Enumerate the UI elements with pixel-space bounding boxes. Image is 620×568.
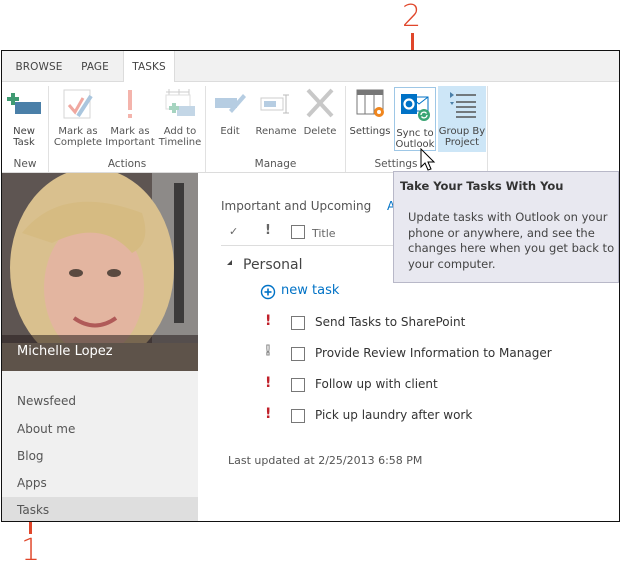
sidebar-item-apps[interactable]: Apps xyxy=(2,470,198,496)
settings-label: Settings xyxy=(349,126,391,137)
sync-to-outlook-label: Sync to Outlook xyxy=(395,128,435,150)
task-row[interactable]: ! Follow up with client xyxy=(199,375,619,399)
tab-tasks[interactable]: TASKS xyxy=(123,51,175,82)
timeline-icon xyxy=(163,86,197,124)
rename-icon xyxy=(259,86,293,124)
column-header-completed[interactable]: ✓ xyxy=(229,225,238,238)
task-title[interactable]: Pick up laundry after work xyxy=(315,408,472,422)
group-by-project-button[interactable]: Group By Project xyxy=(438,86,486,152)
ribbon-group-actions: Mark as Complete Mark as Important Add t… xyxy=(49,86,206,172)
new-task-link-label: new task xyxy=(281,283,340,298)
task-title[interactable]: Send Tasks to SharePoint xyxy=(315,315,465,329)
column-header-title[interactable]: Title xyxy=(312,227,336,240)
last-updated-text: Last updated at 2/25/2013 6:58 PM xyxy=(228,454,423,467)
task-row[interactable]: ! Provide Review Information to Manager xyxy=(199,344,619,368)
profile-name-bar: Michelle Lopez xyxy=(2,335,198,371)
edit-pencil-icon xyxy=(213,86,247,124)
not-important-flag-icon: ! xyxy=(265,344,272,360)
delete-x-icon xyxy=(303,86,337,124)
ribbon-group-manage: Edit Rename Delete Manage xyxy=(206,86,346,172)
important-flag-icon: ! xyxy=(265,313,272,329)
ribbon-group-new: New Task New xyxy=(2,86,49,172)
ribbon-group-settings: Settings Sync to Outlook Group By Projec… xyxy=(346,86,488,172)
edit-button[interactable]: Edit xyxy=(210,86,250,137)
sidebar: Michelle Lopez Newsfeed About me Blog Ap… xyxy=(2,173,198,521)
group-label-new: New xyxy=(13,158,37,170)
new-task-label: New Task xyxy=(13,126,35,148)
delete-label: Delete xyxy=(303,126,337,137)
tooltip-body: Update tasks with Outlook on your phone … xyxy=(408,210,615,271)
settings-button[interactable]: Settings xyxy=(349,86,391,137)
tab-page[interactable]: PAGE xyxy=(72,51,118,81)
rename-label: Rename xyxy=(255,126,297,137)
add-to-timeline-label: Add to Timeline xyxy=(158,126,202,148)
sidebar-item-newsfeed[interactable]: Newsfeed xyxy=(2,388,198,414)
list-settings-icon xyxy=(353,86,387,124)
column-header-important[interactable]: ! xyxy=(265,223,271,238)
edit-label: Edit xyxy=(220,126,240,137)
important-exclamation-icon xyxy=(120,86,140,124)
tooltip-title: Take Your Tasks With You xyxy=(400,179,564,193)
sidebar-item-label: Newsfeed xyxy=(17,394,77,408)
profile-name[interactable]: Michelle Lopez xyxy=(17,344,113,359)
profile-photo[interactable]: Michelle Lopez xyxy=(2,173,198,371)
sidebar-item-blog[interactable]: Blog xyxy=(2,443,198,469)
mark-complete-icon xyxy=(61,86,95,124)
task-row[interactable]: ! Pick up laundry after work xyxy=(199,406,619,430)
add-to-timeline-button[interactable]: Add to Timeline xyxy=(157,86,203,148)
view-tab-important-upcoming[interactable]: Important and Upcoming xyxy=(221,199,371,213)
task-title[interactable]: Provide Review Information to Manager xyxy=(315,346,552,360)
mark-complete-label: Mark as Complete xyxy=(53,126,103,148)
sidebar-item-label: About me xyxy=(17,422,76,436)
sidebar-item-label: Tasks xyxy=(17,503,50,517)
task-checkbox[interactable] xyxy=(291,316,305,330)
select-all-checkbox[interactable] xyxy=(291,225,305,239)
mark-complete-button[interactable]: Mark as Complete xyxy=(53,86,103,148)
ribbon: New Task New Mark as Complete Mark as Im… xyxy=(2,82,619,173)
sidebar-item-label: Blog xyxy=(17,449,44,463)
important-flag-icon: ! xyxy=(265,375,272,391)
important-flag-icon: ! xyxy=(265,406,272,422)
group-by-icon xyxy=(445,86,479,124)
sidebar-item-label: Apps xyxy=(17,476,47,490)
delete-button[interactable]: Delete xyxy=(300,86,340,137)
task-row[interactable]: ! Send Tasks to SharePoint xyxy=(199,313,619,337)
new-task-button[interactable]: New Task xyxy=(4,86,44,148)
add-circle-icon xyxy=(260,284,276,300)
task-title[interactable]: Follow up with client xyxy=(315,377,438,391)
callout-number-2: 2 xyxy=(402,0,422,34)
sync-to-outlook-button[interactable]: Sync to Outlook xyxy=(394,87,436,151)
sidebar-item-about-me[interactable]: About me xyxy=(2,416,198,442)
task-checkbox[interactable] xyxy=(291,347,305,361)
sync-outlook-tooltip: Take Your Tasks With You Update tasks wi… xyxy=(393,171,619,283)
group-by-project-label: Group By Project xyxy=(438,126,486,148)
mark-important-button[interactable]: Mark as Important xyxy=(105,86,155,148)
mouse-cursor-icon xyxy=(420,148,436,171)
group-label-manage: Manage xyxy=(254,158,297,170)
group-label-actions: Actions xyxy=(107,158,147,170)
task-checkbox[interactable] xyxy=(291,409,305,423)
tab-browse[interactable]: BROWSE xyxy=(10,51,68,81)
callout-number-1: 1 xyxy=(21,533,41,568)
sharepoint-window: BROWSE PAGE TASKS New Task New Mark as C… xyxy=(1,50,620,522)
mark-important-label: Mark as Important xyxy=(105,126,155,148)
task-checkbox[interactable] xyxy=(291,378,305,392)
outlook-sync-icon xyxy=(398,88,432,126)
sidebar-item-tasks[interactable]: Tasks xyxy=(2,497,198,521)
ribbon-tabbar: BROWSE PAGE TASKS xyxy=(2,51,619,82)
collapse-triangle-icon[interactable] xyxy=(227,260,232,265)
rename-button[interactable]: Rename xyxy=(254,86,298,137)
group-heading-personal[interactable]: Personal xyxy=(243,257,303,273)
new-task-icon xyxy=(7,86,41,124)
